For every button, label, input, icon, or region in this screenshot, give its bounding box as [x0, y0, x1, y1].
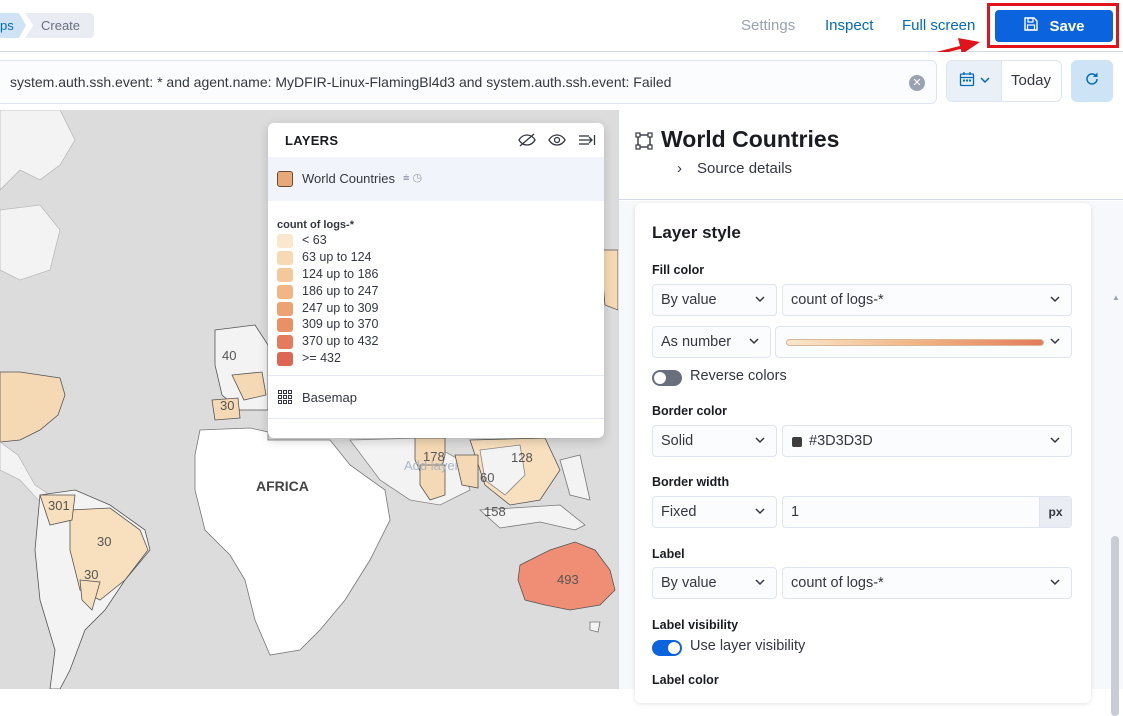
fill-color-field-select[interactable]: count of logs-* [782, 284, 1072, 316]
border-width-label: Border width [652, 475, 730, 489]
layer-settings-panel: World Countries › Source details Layer s… [618, 110, 1123, 716]
label-visibility-label: Label visibility [652, 618, 739, 632]
label-field-select[interactable]: count of logs-* [782, 567, 1072, 599]
region-value-label: 493 [557, 572, 579, 587]
use-layer-visibility-toggle[interactable] [652, 640, 682, 656]
layer-style-card: Layer style Fill color By value count of… [635, 203, 1091, 703]
border-width-input[interactable]: 1 px [782, 496, 1072, 528]
layer-item-basemap[interactable]: Basemap [268, 375, 604, 419]
label-type-select[interactable]: By value [652, 567, 777, 599]
date-picker[interactable]: Today [946, 60, 1062, 102]
save-button[interactable]: Save [995, 10, 1113, 42]
eye-closed-icon[interactable] [518, 132, 536, 153]
add-layer-hint[interactable]: Add layer [404, 458, 459, 473]
save-label: Save [1049, 17, 1085, 35]
fill-color-type-select[interactable]: By value [652, 284, 777, 316]
scrollbar[interactable] [1111, 536, 1119, 716]
color-ramp-preview [786, 339, 1044, 346]
border-color-swatch [792, 437, 802, 447]
clear-query-icon[interactable]: ✕ [909, 75, 925, 91]
region-value-label: 60 [480, 470, 495, 485]
polygon-layer-icon [635, 132, 653, 155]
reverse-colors-toggle[interactable] [652, 370, 682, 386]
region-value-label: 30 [84, 567, 99, 582]
breadcrumb-maps[interactable]: ps [0, 13, 26, 38]
top-bar: ps Create Settings Inspect Full screen S… [0, 0, 1123, 52]
border-color-label: Border color [652, 404, 728, 418]
chevron-down-icon [1049, 434, 1061, 450]
continent-label: AFRICA [256, 478, 309, 494]
px-unit-label: px [1039, 497, 1071, 527]
chevron-right-icon[interactable]: › [677, 160, 682, 177]
date-label[interactable]: Today [1011, 72, 1051, 89]
use-layer-visibility-label: Use layer visibility [690, 638, 806, 654]
query-text: system.auth.ssh.event: * and agent.name:… [10, 74, 672, 90]
date-quick-menu-button[interactable] [947, 61, 1002, 101]
chevron-down-icon [748, 335, 760, 351]
region-value-label: 301 [48, 498, 70, 513]
layer-name: World Countries [302, 171, 395, 186]
color-ramp-select[interactable] [775, 326, 1072, 358]
settings-link[interactable]: Settings [741, 17, 795, 35]
chevron-down-icon [1049, 293, 1061, 309]
layer-color-swatch [277, 171, 293, 187]
chevron-down-icon [754, 505, 766, 521]
region-value-label: 158 [484, 504, 506, 519]
reverse-colors-label: Reverse colors [690, 368, 787, 384]
layers-panel-actions [518, 132, 596, 153]
legend-title: count of logs-* [277, 219, 354, 231]
chevron-down-icon [754, 576, 766, 592]
full-screen-link[interactable]: Full screen [902, 17, 975, 35]
inspect-link[interactable]: Inspect [825, 17, 873, 35]
calendar-icon [959, 71, 975, 92]
border-width-mode-select[interactable]: Fixed [652, 496, 777, 528]
kql-query-input[interactable]: system.auth.ssh.event: * and agent.name:… [0, 60, 937, 104]
chevron-down-icon [1049, 335, 1061, 351]
layers-panel-title: LAYERS [285, 133, 339, 148]
label-color-label: Label color [652, 673, 719, 687]
layer-settings-header: World Countries › Source details [619, 110, 1123, 200]
refresh-button[interactable] [1071, 60, 1113, 102]
region-value-label: 30 [97, 534, 112, 549]
scroll-up-icon[interactable]: ▲ [1112, 293, 1120, 302]
fill-color-format-select[interactable]: As number [652, 326, 771, 358]
chevron-down-icon [979, 72, 990, 90]
layer-settings-title: World Countries [661, 126, 840, 152]
source-details-toggle[interactable]: Source details [697, 160, 792, 177]
basemap-name: Basemap [302, 390, 357, 405]
region-value-label: 128 [511, 450, 533, 465]
label-section-label: Label [652, 547, 685, 561]
layer-settings-body: Layer style Fill color By value count of… [619, 201, 1123, 716]
grid-icon [278, 390, 292, 409]
filter-clock-icon: ⩧ ◷ [403, 172, 423, 184]
region-value-label: 40 [222, 348, 237, 363]
border-color-type-select[interactable]: Solid [652, 425, 777, 457]
save-icon [1023, 16, 1039, 36]
border-color-picker[interactable]: #3D3D3D [782, 425, 1072, 457]
eye-icon[interactable] [548, 132, 566, 153]
chevron-down-icon [1049, 576, 1061, 592]
layer-style-title: Layer style [652, 223, 741, 242]
chevron-down-icon [754, 434, 766, 450]
region-value-label: 30 [220, 398, 235, 413]
layers-panel: LAYERS World Countries ⩧ ◷ count of logs… [268, 123, 604, 438]
query-bar: system.auth.ssh.event: * and agent.name:… [0, 52, 1123, 110]
chevron-down-icon [754, 293, 766, 309]
fill-color-label: Fill color [652, 263, 705, 277]
layer-item-world-countries[interactable]: World Countries ⩧ ◷ [268, 157, 604, 201]
refresh-icon [1083, 70, 1101, 93]
breadcrumb-create: Create [25, 13, 94, 38]
collapse-panel-icon[interactable] [578, 132, 596, 153]
